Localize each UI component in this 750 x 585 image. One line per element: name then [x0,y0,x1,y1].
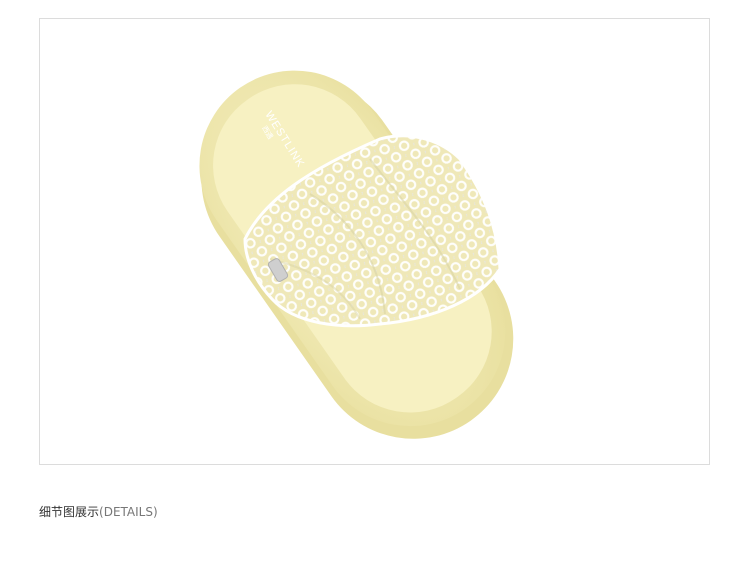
product-photo-frame: WESTLINK 西遇 [39,18,710,465]
section-caption: 细节图展示(DETAILS) [39,503,158,521]
caption-title: 细节图展示 [39,505,100,519]
sandal-photo: WESTLINK 西遇 [199,70,514,439]
caption-subtitle: (DETAILS) [99,505,158,519]
